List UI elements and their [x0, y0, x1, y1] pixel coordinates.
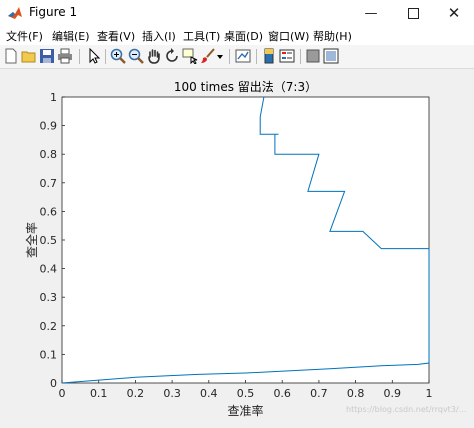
y-tick-label: 0.3: [40, 291, 58, 304]
close-button[interactable]: ✕: [434, 0, 474, 26]
x-tick-label: 0.7: [310, 387, 328, 400]
figure-canvas: 100 times 留出法（7:3） 查准率 查全率 0 0.1 0.2 0.3 0.4…: [0, 69, 474, 424]
menu-edit[interactable]: 编辑(E): [52, 28, 90, 44]
axes-background: [61, 96, 430, 384]
menu-desktop[interactable]: 桌面(D): [224, 28, 263, 44]
toolbar-separator: [256, 49, 257, 64]
close-icon: ✕: [447, 4, 461, 22]
y-tick-label: 0.8: [40, 148, 58, 161]
x-tick-label: 0.1: [90, 387, 108, 400]
menu-tools[interactable]: 工具(T): [183, 28, 220, 44]
x-tick-label: 0.2: [127, 387, 145, 400]
maximize-button[interactable]: [393, 0, 433, 26]
link-plot-icon[interactable]: [235, 48, 251, 64]
y-axis-label: 查全率: [24, 222, 39, 258]
y-tick-label: 1: [50, 91, 57, 104]
x-tick-label: 0.5: [237, 387, 255, 400]
toolbar-separator: [79, 49, 80, 64]
pan-hand-icon[interactable]: [146, 48, 162, 64]
brush-icon[interactable]: [200, 48, 216, 64]
y-ticks: 0 0.1 0.2 0.3 0.4 0.5 0.6 0.7 0.8 0.9 1: [40, 91, 65, 390]
toolbar-separator: [300, 49, 301, 64]
y-tick-label: 0.5: [40, 234, 58, 247]
insert-colorbar-icon[interactable]: [261, 48, 277, 64]
toolbar-separator: [105, 49, 106, 64]
plot-svg: 100 times 留出法（7:3） 查准率 查全率 0 0.1 0.2 0.3 0.4…: [24, 80, 433, 418]
x-axis-label: 查准率: [227, 403, 263, 418]
minimize-icon: —: [364, 5, 378, 21]
x-tick-label: 0.3: [163, 387, 181, 400]
y-tick-label: 0.7: [40, 177, 58, 190]
matlab-app-icon: [8, 7, 22, 19]
zoom-out-icon[interactable]: [128, 48, 144, 64]
y-tick-label: 0.9: [40, 120, 58, 133]
watermark-text: https://blog.csdn.net/rrqvt3/...: [346, 405, 467, 414]
data-cursor-icon[interactable]: [182, 48, 198, 64]
print-icon[interactable]: [57, 48, 73, 64]
menu-file[interactable]: 文件(F): [6, 28, 43, 44]
menu-bar: 文件(F) 编辑(E) 查看(V) 插入(I) 工具(T) 桌面(D) 窗口(W…: [0, 26, 474, 45]
insert-legend-icon[interactable]: [279, 48, 295, 64]
y-tick-label: 0.1: [40, 348, 58, 361]
menu-window[interactable]: 窗口(W): [268, 28, 309, 44]
y-tick-label: 0: [50, 377, 57, 390]
y-tick-label: 0.2: [40, 320, 58, 333]
save-icon[interactable]: [39, 48, 55, 64]
menu-help[interactable]: 帮助(H): [313, 28, 352, 44]
y-tick-label: 0.6: [40, 205, 58, 218]
brush-dropdown-icon[interactable]: [216, 48, 224, 64]
toolbar-separator: [229, 49, 230, 64]
x-tick-label: 1: [426, 387, 433, 400]
minimize-button[interactable]: —: [351, 0, 391, 26]
window-title-bar: Figure 1 — ✕: [0, 0, 474, 26]
x-tick-label: 0: [59, 387, 66, 400]
menu-view[interactable]: 查看(V): [97, 28, 135, 44]
menu-insert[interactable]: 插入(I): [142, 28, 176, 44]
x-tick-label: 0.8: [347, 387, 365, 400]
y-tick-label: 0.4: [40, 263, 58, 276]
x-tick-label: 0.9: [384, 387, 402, 400]
show-plot-tools-icon[interactable]: [323, 48, 339, 64]
new-figure-icon[interactable]: [3, 48, 19, 64]
rotate-3d-icon[interactable]: [164, 48, 180, 64]
window-title: Figure 1: [29, 5, 78, 19]
open-file-icon[interactable]: [21, 48, 37, 64]
chart-title: 100 times 留出法（7:3）: [174, 80, 317, 94]
edit-plot-arrow-icon[interactable]: [86, 48, 102, 64]
maximize-icon: [407, 7, 419, 19]
x-tick-label: 0.6: [273, 387, 291, 400]
figure-toolbar: [0, 45, 474, 69]
hide-plot-tools-icon[interactable]: [305, 48, 321, 64]
zoom-in-icon[interactable]: [110, 48, 126, 64]
x-tick-label: 0.4: [200, 387, 218, 400]
